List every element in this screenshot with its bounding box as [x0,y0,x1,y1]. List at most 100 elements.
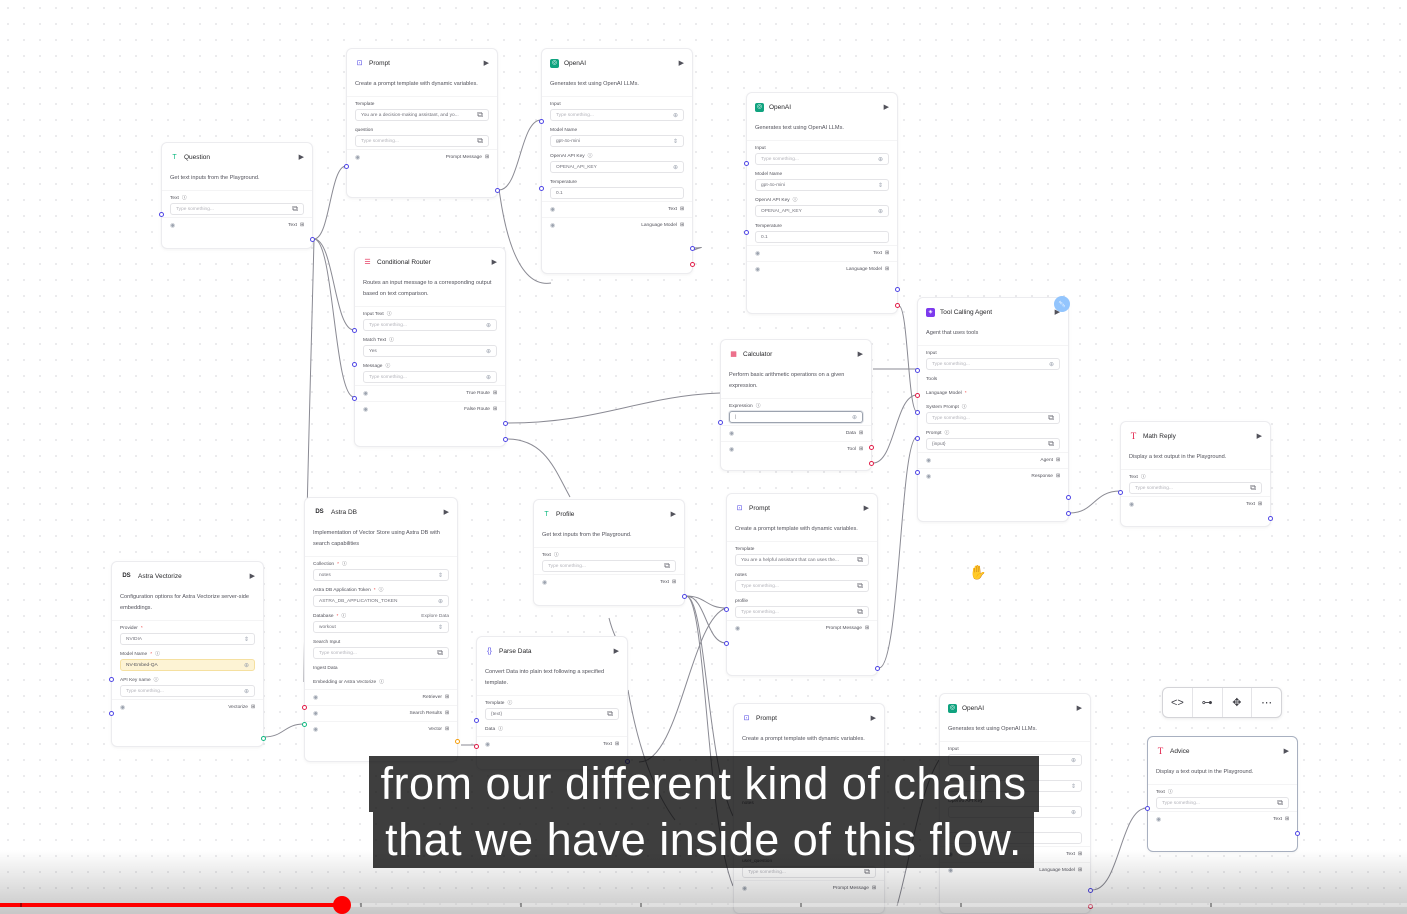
play-icon[interactable]: ▶ [858,350,863,358]
play-icon[interactable]: ▶ [871,714,876,722]
model-name-field[interactable]: NV-Embed-QA ⊕ [120,659,255,671]
eye-icon[interactable]: ◉ [550,222,555,229]
input-field[interactable]: Type something... ⊕ [755,153,889,165]
play-icon[interactable]: ▶ [1077,704,1082,712]
match-text-field[interactable]: Yes ⊕ [363,345,497,357]
prompt-field[interactable]: {input} ⧉ [926,438,1060,450]
external-link-icon[interactable]: ⧉ [607,709,613,719]
input-handle[interactable] [109,711,114,716]
output-handle[interactable] [503,437,508,442]
input-field[interactable]: Type something... ⊕ [550,109,684,121]
explore-data-link[interactable]: Explore Data [421,612,449,621]
input-handle[interactable] [744,161,749,166]
database-select[interactable]: workout ⇕ [313,621,449,633]
play-icon[interactable]: ▶ [250,572,255,580]
expression-field[interactable]: | ⊕ [729,411,863,423]
output-handle[interactable] [1066,511,1071,516]
output-handle[interactable] [625,759,630,764]
eye-icon[interactable]: ◉ [755,266,760,273]
profile-node[interactable]: T Profile ▶ Get text inputs from the Playg… [533,499,687,606]
input-handle[interactable] [539,186,544,191]
eye-icon[interactable]: ◉ [926,457,931,464]
output-handle[interactable] [503,421,508,426]
globe-icon[interactable]: ⊕ [438,598,443,605]
calculator-node[interactable]: ▦ Calculator ▶ Perform basic arithmetic op… [718,339,874,471]
expand-icon[interactable]: ⧉ [857,581,863,591]
expand-icon[interactable]: ⧉ [857,607,863,617]
globe-icon[interactable]: ⊕ [486,322,491,329]
input-handle[interactable] [915,470,920,475]
prompt-node[interactable]: ⊡ Prompt ▶ Create a prompt template with d… [344,48,500,198]
model-select[interactable]: ⇕ [948,780,1082,792]
input-handle[interactable] [302,722,307,727]
api-key-field[interactable]: OPENAI_API_KEY ⊕ [755,205,889,217]
collection-select[interactable]: notes ⇕ [313,569,449,581]
eye-icon[interactable]: ◉ [755,250,760,257]
text-field[interactable]: Type something... ⧉ [542,560,676,572]
message-field[interactable]: Type something... ⊕ [363,371,497,383]
play-icon[interactable]: ▶ [1257,432,1262,440]
input-handle[interactable] [474,744,479,749]
tool-calling-agent-node[interactable]: BETA ◈ Tool Calling Agent ▶ Agent that use… [915,292,1074,522]
token-field[interactable]: ASTRA_DB_APPLICATION_TOKEN ⊕ [313,595,449,607]
globe-icon[interactable]: ⊕ [852,414,857,421]
expand-icon[interactable]: ⧉ [1048,439,1054,449]
profile-field[interactable]: Type something... ⧉ [735,606,869,618]
api-key-field[interactable]: OPENAI_API_KEY ⊕ [550,161,684,173]
output-handle[interactable] [690,246,695,251]
input-handle[interactable] [724,641,729,646]
scrubber-handle[interactable] [332,896,351,914]
globe-icon[interactable]: ⊕ [878,156,883,163]
output-handle[interactable] [869,461,874,466]
text-field[interactable]: Type something... ⧉ [170,203,304,215]
output-handle[interactable] [310,237,315,242]
input-handle[interactable] [302,705,307,710]
eye-icon[interactable]: ◉ [550,206,555,213]
input-handle[interactable] [718,420,723,425]
play-icon[interactable]: ▶ [492,258,497,266]
input-handle[interactable] [1118,490,1123,495]
api-key-field[interactable]: ⊕ [948,806,1082,818]
input-handle[interactable] [915,436,920,441]
astra-db-node[interactable]: DS Astra DB ▶ Implementation of Vector Sto… [302,497,460,762]
more-button[interactable]: ⋯ [1252,688,1281,717]
play-icon[interactable]: ▶ [299,153,304,161]
globe-icon[interactable]: ⊕ [1071,757,1076,764]
output-handle[interactable] [261,736,266,741]
eye-icon[interactable]: ◉ [363,406,368,413]
output-handle[interactable] [1066,495,1071,500]
text-field[interactable]: Type something... ⧉ [1129,482,1262,494]
question-node[interactable]: T Question ▶ Get text inputs from the Play… [159,142,315,249]
eye-icon[interactable]: ◉ [313,694,318,701]
controls-button[interactable]: ⊶ [1193,688,1223,717]
temperature-field[interactable]: 0.1 [948,832,1082,844]
model-select[interactable]: gpt-4o-mini ⇕ [755,179,889,191]
input-handle[interactable] [474,718,479,723]
expand-icon[interactable]: ⧉ [1277,798,1283,808]
globe-icon[interactable]: ⊕ [878,208,883,215]
input-field[interactable]: Type something... ⊕ [926,358,1060,370]
eye-icon[interactable]: ◉ [1129,501,1134,508]
input-text-field[interactable]: Type something... ⊕ [363,319,497,331]
freeze-button[interactable]: ✥ [1223,688,1253,717]
template-field[interactable]: You are a decision-making assistant, and… [355,109,489,121]
eye-icon[interactable]: ◉ [729,446,734,453]
prompt-node[interactable]: ⊡ Prompt ▶ Create a prompt template with d… [724,493,880,676]
eye-icon[interactable]: ◉ [926,473,931,480]
input-handle[interactable] [724,607,729,612]
api-key-name-field[interactable]: Type something... ⊕ [120,685,255,697]
input-handle[interactable] [109,677,114,682]
input-handle[interactable] [744,230,749,235]
input-handle[interactable] [344,164,349,169]
output-handle[interactable] [1295,831,1300,836]
globe-icon[interactable]: ⊕ [1071,809,1076,816]
globe-icon[interactable]: ⊕ [673,164,678,171]
globe-icon[interactable]: ⊕ [673,112,678,119]
play-icon[interactable]: ▶ [1284,747,1289,755]
code-button[interactable]: <> [1163,688,1193,717]
input-handle[interactable] [352,328,357,333]
output-handle[interactable] [875,666,880,671]
output-handle[interactable] [455,739,460,744]
text-field[interactable]: Type something... ⧉ [1156,797,1289,809]
expand-icon[interactable]: ⧉ [437,648,443,658]
